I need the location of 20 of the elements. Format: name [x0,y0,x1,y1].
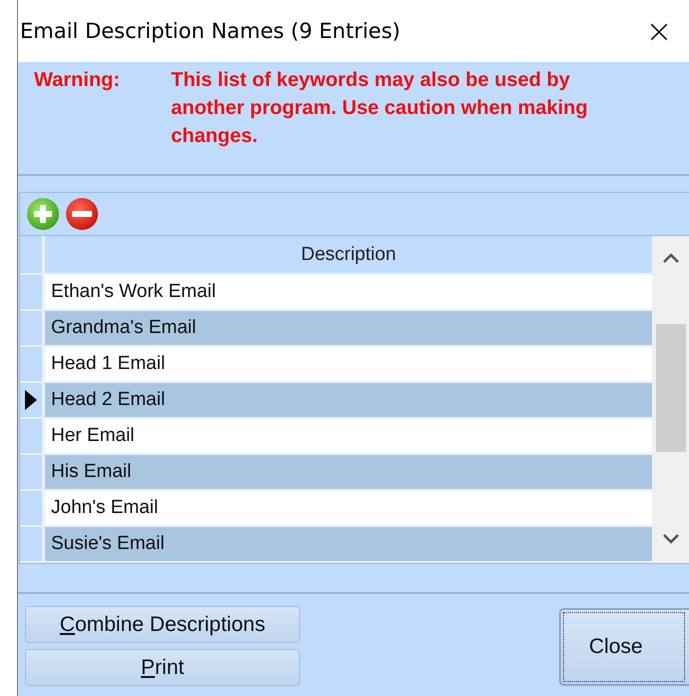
table-cell[interactable]: His Email [45,455,652,489]
table-cell[interactable]: Ethan's Work Email [45,275,652,309]
add-icon[interactable] [26,197,60,231]
scrollbar[interactable] [652,236,689,563]
dialog-button[interactable]: Print [25,649,300,686]
current-row-icon [25,390,37,410]
window-title: Email Description Names (9 Entries) [20,19,400,43]
scroll-thumb[interactable] [656,324,686,452]
table-cell[interactable]: Grandma's Email [45,311,652,345]
table-cell[interactable]: Head 2 Email [45,383,652,417]
remove-icon[interactable] [65,197,99,231]
table-cell[interactable]: John's Email [45,491,652,525]
table-cell[interactable]: Her Email [45,419,652,453]
dialog-button[interactable]: Combine Descriptions [25,606,300,643]
warning-message: This list of keywords may also be used by another program. Use caution when making changes. [171,68,589,149]
column-header[interactable]: Description [45,236,652,273]
close-button[interactable]: Close [559,608,689,686]
warning-label: Warning: [34,68,121,93]
table-cell[interactable]: Head 1 Email [45,347,652,381]
table-cell[interactable]: Susie's Email [45,527,652,561]
